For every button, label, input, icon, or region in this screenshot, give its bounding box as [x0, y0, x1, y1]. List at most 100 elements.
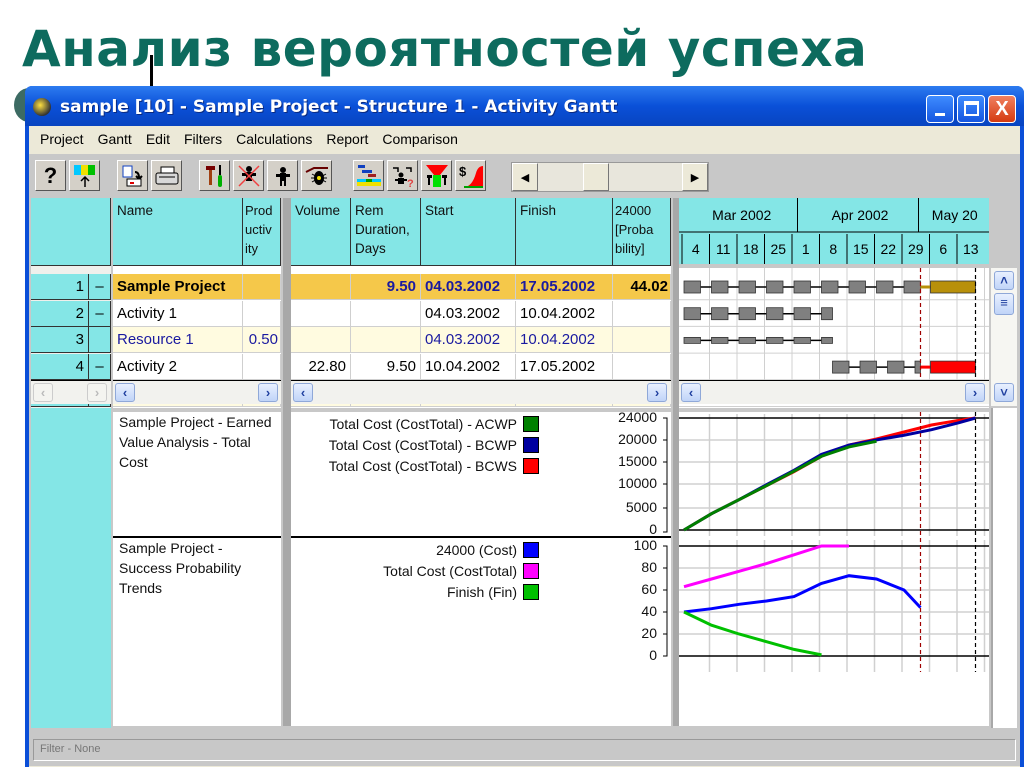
rem-duration-cell[interactable]: 9.50: [351, 354, 421, 381]
row-number[interactable]: 1: [31, 274, 89, 300]
header-finish[interactable]: Finish: [516, 198, 613, 266]
delete-resource-button[interactable]: [233, 160, 264, 191]
earned-value-label: Sample Project - Earned Value Analysis -…: [119, 414, 272, 470]
scroll-left-button[interactable]: ‹: [293, 383, 313, 402]
export-button[interactable]: [117, 160, 148, 191]
resource-button[interactable]: [267, 160, 298, 191]
volume-cell[interactable]: [291, 300, 351, 327]
gantt-scrollbar[interactable]: ‹ ›: [679, 380, 989, 404]
finish-date-cell[interactable]: 10.04.2002: [516, 327, 613, 354]
tools-button[interactable]: [199, 160, 230, 191]
start-date-cell[interactable]: 10.04.2002: [421, 354, 516, 381]
row-number[interactable]: 2: [31, 300, 89, 327]
bar-remaining: [930, 360, 976, 374]
gantt-levels-button[interactable]: [353, 160, 384, 191]
start-date-cell[interactable]: 04.03.2002: [421, 407, 516, 408]
finish-date-cell[interactable]: 10.04.2002: [516, 300, 613, 327]
finish-date-cell[interactable]: 17.05.2002: [516, 274, 613, 300]
data-pane-scrollbar[interactable]: ‹ ›: [291, 380, 671, 404]
maximize-button[interactable]: [957, 95, 985, 123]
vertical-scrollbar[interactable]: ˄ ≡ ˅: [991, 268, 1017, 406]
task-name-cell[interactable]: Resource 1: [113, 327, 243, 354]
row-number[interactable]: 4: [31, 354, 89, 381]
rem-duration-cell[interactable]: [351, 407, 421, 408]
scroll-left-button[interactable]: ‹: [115, 383, 135, 402]
scroll-up-button[interactable]: ˄: [994, 271, 1014, 290]
minimize-button[interactable]: [926, 95, 954, 123]
header-rem-duration[interactable]: Rem Duration, Days: [351, 198, 421, 266]
task-name-cell[interactable]: Activity 1: [113, 300, 243, 327]
probability-cell[interactable]: [613, 300, 671, 327]
y-tick-label: 0: [649, 647, 657, 663]
row-number[interactable]: 3: [31, 327, 89, 354]
volume-cell[interactable]: [291, 407, 351, 408]
pane-splitter[interactable]: [283, 198, 291, 726]
scroll-right-button[interactable]: ›: [647, 383, 667, 402]
collapse-toggle[interactable]: –: [89, 354, 111, 381]
start-date-cell[interactable]: 04.03.2002: [421, 327, 516, 354]
menu-report[interactable]: Report: [319, 131, 375, 147]
collapse-toggle[interactable]: [89, 327, 111, 354]
volume-cell[interactable]: [291, 274, 351, 300]
productivity-cell[interactable]: [243, 274, 281, 300]
rem-duration-cell[interactable]: [351, 300, 421, 327]
name-pane-scrollbar[interactable]: ‹ ›: [113, 380, 281, 404]
close-button[interactable]: X: [988, 95, 1016, 123]
task-name-cell[interactable]: Activity 3: [113, 407, 243, 408]
collapse-toggle[interactable]: –: [89, 300, 111, 327]
help-button[interactable]: ?: [35, 160, 66, 191]
volume-cell[interactable]: 22.80: [291, 354, 351, 381]
probability-cell[interactable]: 44.02: [613, 274, 671, 300]
columns-button[interactable]: [69, 160, 100, 191]
finish-date-cell[interactable]: 17.05.2002: [516, 354, 613, 381]
bar-done-segment: [683, 336, 701, 344]
productivity-cell[interactable]: [243, 407, 281, 408]
header-start[interactable]: Start: [421, 198, 516, 266]
task-name-cell[interactable]: Activity 2: [113, 354, 243, 381]
vertical-scroll-thumb[interactable]: ≡: [994, 293, 1014, 315]
cost-curve-button[interactable]: $: [455, 160, 486, 191]
scroll-right-button[interactable]: ›: [258, 383, 278, 402]
row-number-scrollbar[interactable]: ‹ ›: [31, 380, 111, 404]
header-name[interactable]: Name: [113, 198, 243, 266]
productivity-cell[interactable]: [243, 354, 281, 381]
probability-cell[interactable]: [613, 327, 671, 354]
collapse-toggle[interactable]: –: [89, 274, 111, 300]
header-probability[interactable]: 24000 [Proba bility]: [613, 198, 671, 266]
menu-project[interactable]: Project: [33, 131, 91, 147]
menu-filters[interactable]: Filters: [177, 131, 229, 147]
rem-duration-cell[interactable]: [351, 327, 421, 354]
rem-duration-cell[interactable]: 9.50: [351, 274, 421, 300]
scroll-thumb[interactable]: [583, 163, 609, 191]
scroll-down-button[interactable]: ˅: [994, 383, 1014, 402]
scroll-left-button[interactable]: ‹: [681, 383, 701, 402]
task-name-cell[interactable]: Sample Project: [113, 274, 243, 300]
menu-edit[interactable]: Edit: [139, 131, 177, 147]
scroll-right-button[interactable]: ›: [965, 383, 985, 402]
bar-done-segment: [766, 307, 784, 321]
filter-button[interactable]: [421, 160, 452, 191]
productivity-cell[interactable]: [243, 300, 281, 327]
header-productivity[interactable]: Prod uctiv ity: [243, 198, 281, 266]
toolbar-scrollbar[interactable]: ◀ ▶: [511, 162, 709, 192]
header-volume[interactable]: Volume: [291, 198, 351, 266]
scroll-left-button[interactable]: ◀: [512, 163, 538, 191]
menu-comparison[interactable]: Comparison: [375, 131, 464, 147]
start-date-cell[interactable]: 04.03.2002: [421, 274, 516, 300]
start-date-cell[interactable]: 04.03.2002: [421, 300, 516, 327]
y-tick-label: 5000: [625, 499, 657, 515]
probability-cell[interactable]: [613, 407, 671, 408]
volume-cell[interactable]: [291, 327, 351, 354]
menu-gantt[interactable]: Gantt: [91, 131, 139, 147]
productivity-cell[interactable]: 0.50: [243, 327, 281, 354]
scroll-right-button[interactable]: ▶: [682, 163, 708, 191]
print-button[interactable]: [151, 160, 182, 191]
finish-date-cell[interactable]: 10.04.2002: [516, 407, 613, 408]
triangle-left-icon: ◀: [520, 172, 530, 184]
resource-swap-button[interactable]: ?: [387, 160, 418, 191]
bar-done-segment: [683, 280, 701, 294]
probability-cell[interactable]: [613, 354, 671, 381]
title-bar[interactable]: sample [10] - Sample Project - Structure…: [25, 86, 1024, 126]
menu-calculations[interactable]: Calculations: [229, 131, 319, 147]
debug-button[interactable]: [301, 160, 332, 191]
